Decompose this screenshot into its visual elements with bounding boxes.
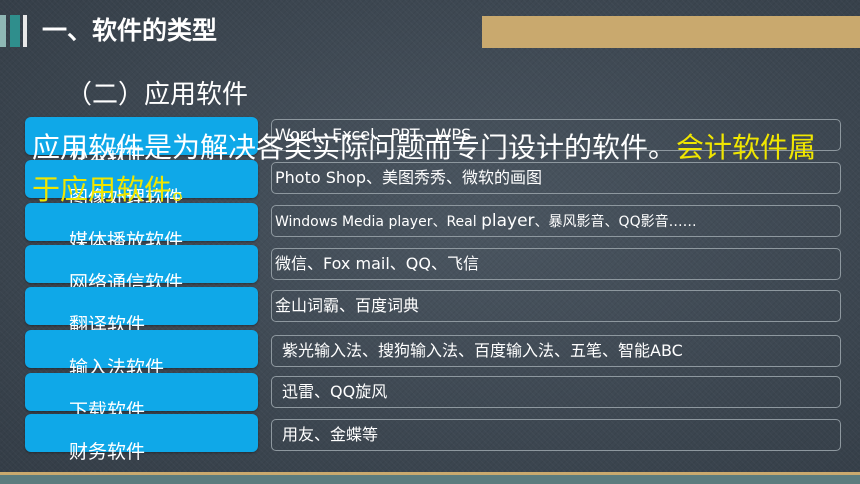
examples-text-part: Windows Media player、Real <box>275 214 482 230</box>
examples-text: 用友、金蝶等 <box>282 425 379 444</box>
slide-subheading: （二）应用软件 <box>66 80 249 110</box>
examples-text-part: 、暴风影音、QQ影音…… <box>534 214 697 230</box>
examples-text: 金山词霸、百度词典 <box>275 296 420 315</box>
category-button-download[interactable]: 下载软件 <box>25 373 258 422</box>
decor-bar <box>23 15 27 47</box>
examples-box-input-method: 紫光输入法、搜狗输入法、百度输入法、五笔、智能ABC <box>271 335 841 367</box>
decor-bar <box>0 15 6 47</box>
examples-text: Windows Media player、Real player、暴风影音、QQ… <box>275 208 697 235</box>
category-button-finance[interactable]: 财务软件 <box>25 414 258 463</box>
examples-text: 微信、Fox mail、QQ、飞信 <box>275 254 479 273</box>
footer-bar <box>0 475 860 484</box>
examples-box-translation: 金山词霸、百度词典 <box>271 290 841 322</box>
examples-text-part: player <box>481 211 535 231</box>
title-decoration-bars <box>0 15 34 47</box>
category-button-network[interactable]: 网络通信软件 <box>25 245 258 294</box>
examples-box-network: 微信、Fox mail、QQ、飞信 <box>271 248 841 280</box>
examples-text: 紫光输入法、搜狗输入法、百度输入法、五笔、智能ABC <box>282 341 683 360</box>
examples-box-finance: 用友、金蝶等 <box>271 419 841 451</box>
examples-box-download: 迅雷、QQ旋风 <box>271 376 841 408</box>
intro-paragraph: 应用软件是为解决各类实际问题而专门设计的软件。会计软件属于应用软件。 <box>32 127 822 211</box>
category-label: 财务软件 <box>69 441 146 463</box>
examples-text: 迅雷、QQ旋风 <box>282 382 388 401</box>
header-accent-block <box>482 16 860 48</box>
category-button-translation[interactable]: 翻译软件 <box>25 287 258 336</box>
category-button-input-method[interactable]: 输入法软件 <box>25 330 258 379</box>
slide-heading: 一、软件的类型 <box>42 16 218 45</box>
decor-bar <box>10 15 20 47</box>
intro-text: 应用软件是为解决各类实际问题而专门设计的软件。 <box>32 131 677 164</box>
